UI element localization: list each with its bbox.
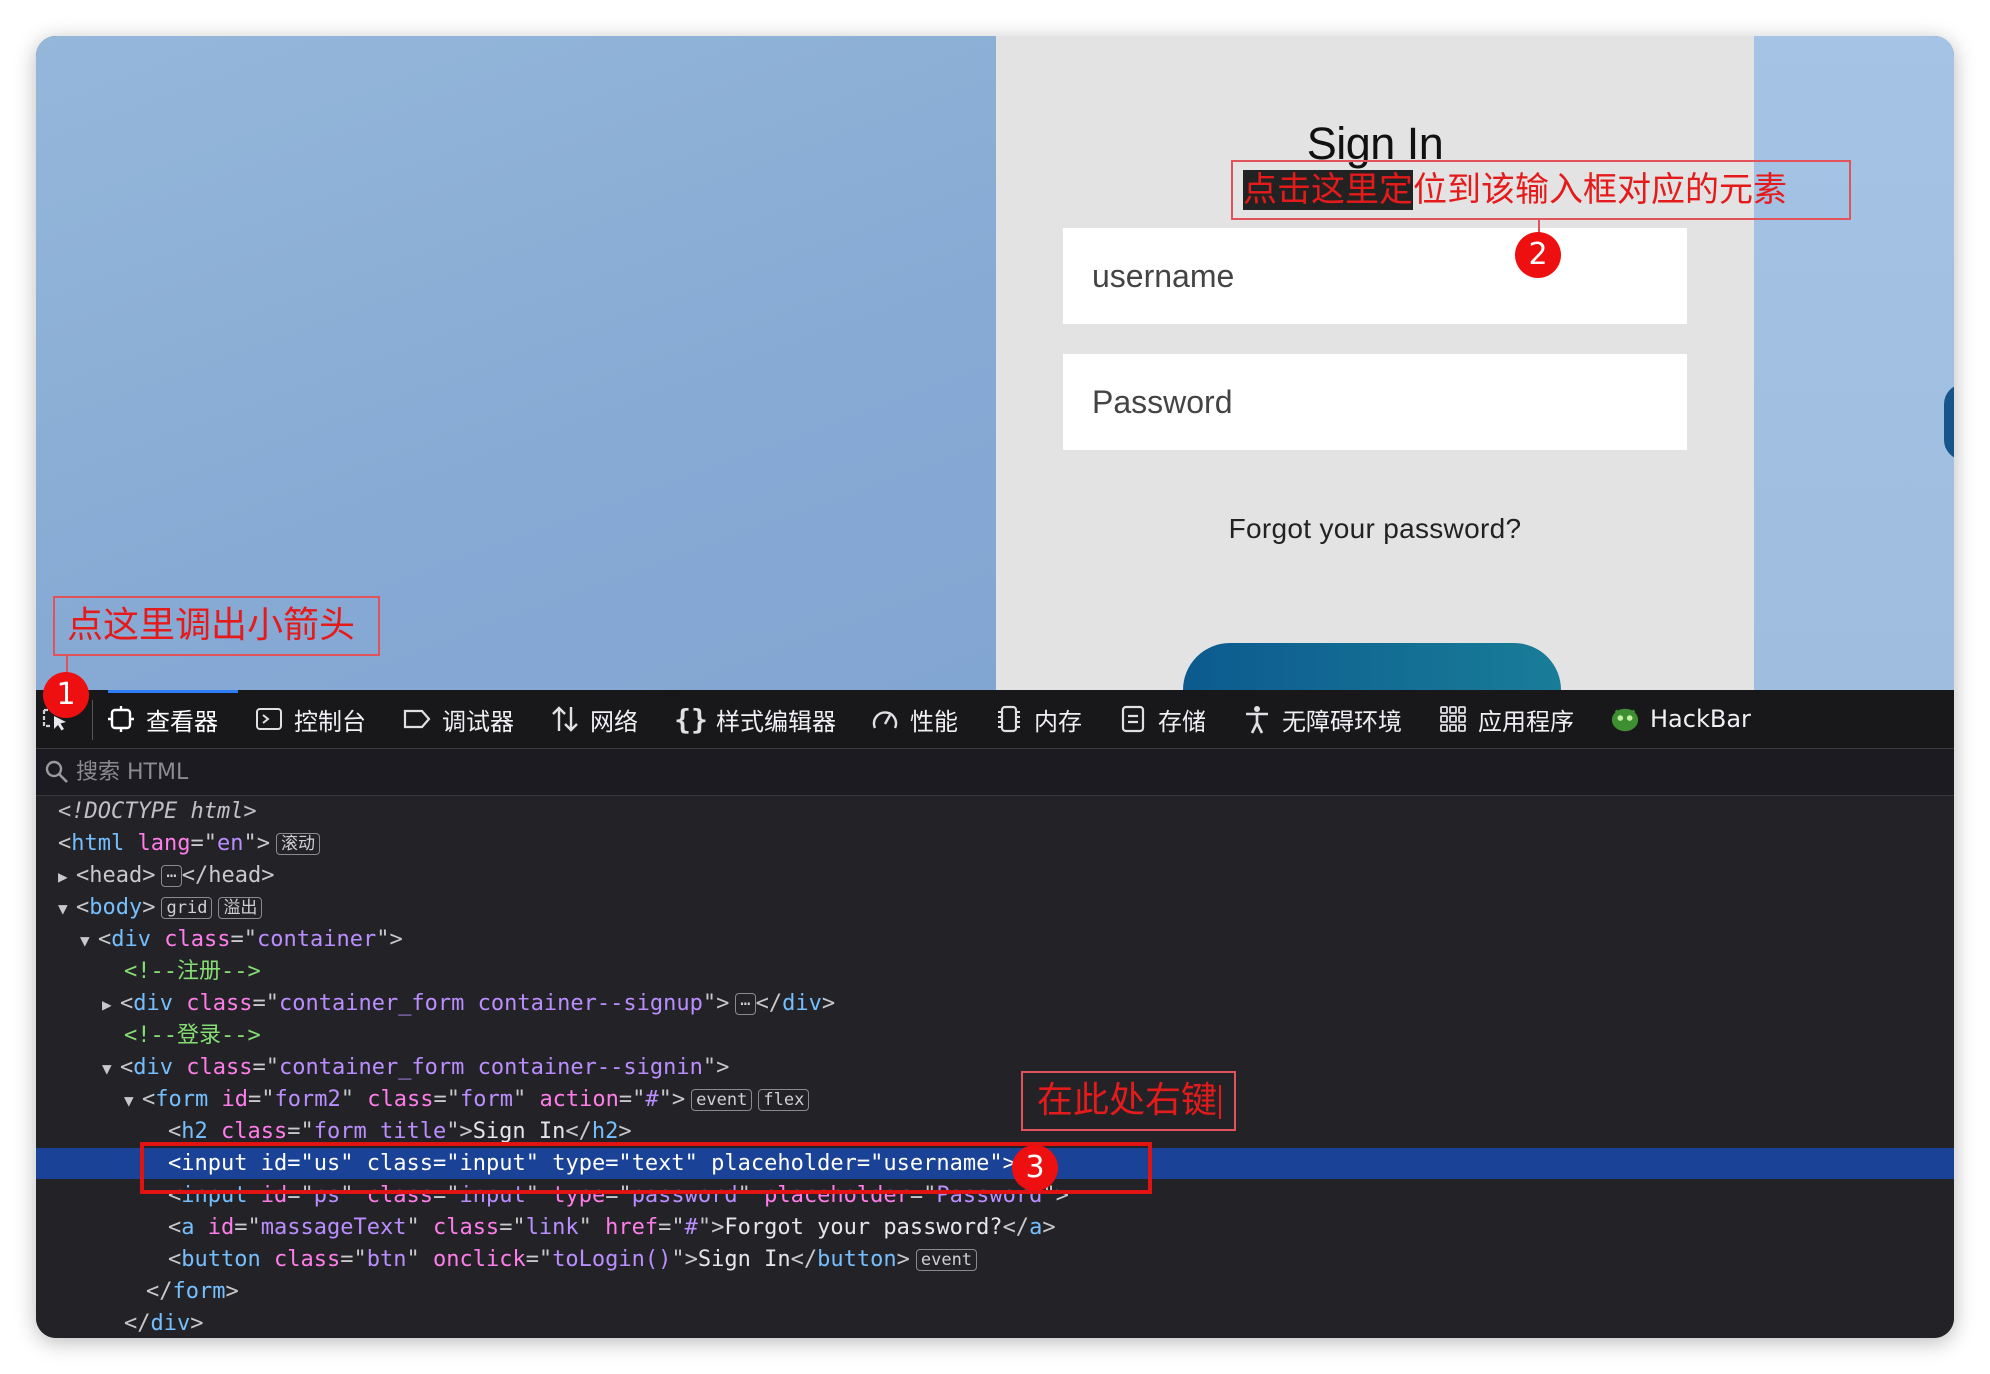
collapse-arrow-icon[interactable]: ▼: [80, 925, 98, 956]
event-badge[interactable]: event: [915, 1249, 978, 1271]
inspector-icon: [106, 704, 136, 734]
annotation-click-locate: 点击这里定位到该输入框对应的元素: [1231, 160, 1851, 220]
collapsed-content-badge[interactable]: ⋯: [161, 865, 182, 887]
tab-label: 无障碍环境: [1282, 707, 1402, 736]
annotation-highlight-text: 点击这里定: [1243, 170, 1413, 210]
tab-label: 应用程序: [1478, 707, 1574, 736]
style-editor-icon: {}: [674, 702, 708, 736]
signin-button[interactable]: SIGN IN: [1183, 643, 1561, 690]
collapsed-content-badge[interactable]: ⋯: [735, 993, 756, 1015]
tab-label: 性能: [910, 707, 958, 736]
annotation-open-picker: 点这里调出小箭头: [53, 596, 380, 656]
collapse-arrow-icon[interactable]: ▼: [58, 893, 76, 924]
tree-node-comment-signup[interactable]: <!--注册-->: [36, 956, 1954, 987]
tree-node-form-close[interactable]: </form>: [36, 1276, 1954, 1307]
annotation-connector: [66, 654, 68, 674]
tab-label: 内存: [1034, 707, 1082, 736]
tree-node-button[interactable]: <button class="btn" onclick="toLogin()">…: [36, 1244, 1954, 1275]
tree-node-doctype[interactable]: <!DOCTYPE html>: [36, 796, 1954, 827]
devtools-toolbar: 查看器 控制台 调试器 网络 {} 样式编辑器 性能 内存 存储 无障碍环境 应…: [36, 690, 1954, 749]
tab-label: 存储: [1158, 707, 1206, 736]
tree-node-div-close[interactable]: </div>: [36, 1308, 1954, 1338]
tree-node-head[interactable]: ▶ <head> ⋯ </head>: [36, 860, 1954, 891]
tab-debugger[interactable]: 调试器: [402, 690, 514, 748]
username-input[interactable]: [1063, 228, 1687, 324]
search-html-input[interactable]: [74, 758, 578, 786]
active-tab-indicator: [108, 690, 238, 693]
tree-node-container[interactable]: ▼ <div class="container">: [36, 924, 1954, 955]
tree-node-body[interactable]: ▼ <body> grid 溢出: [36, 892, 1954, 923]
text-cursor: [1219, 1085, 1222, 1119]
storage-icon: [1118, 704, 1148, 734]
tab-application[interactable]: 应用程序: [1438, 690, 1574, 748]
network-icon: [550, 704, 580, 734]
step-badge-1: 1: [43, 672, 89, 718]
tab-performance[interactable]: 性能: [870, 690, 958, 748]
debugger-icon: [402, 704, 432, 734]
forgot-password-link[interactable]: Forgot your password?: [996, 513, 1754, 545]
overlay-button-edge[interactable]: [1944, 384, 1954, 460]
tree-node-signup-form[interactable]: ▶ <div class="container_form container--s…: [36, 988, 1954, 1019]
markup-tree: <!DOCTYPE html> <html lang="en"> 滚动 ▶ <hea…: [36, 796, 1954, 1338]
annotation-rest-text: 位到该输入框对应的元素: [1413, 170, 1787, 210]
tab-label: 调试器: [442, 707, 514, 736]
password-input[interactable]: [1063, 354, 1687, 450]
selected-node-highlight-box: [140, 1142, 1152, 1194]
performance-icon: [870, 704, 900, 734]
overflow-badge[interactable]: 溢出: [218, 897, 263, 919]
tab-hackbar[interactable]: HackBar: [1610, 690, 1751, 748]
toolbar-divider: [92, 700, 93, 740]
tab-label: 网络: [590, 707, 638, 736]
console-icon: [254, 704, 284, 734]
tree-node-signin-form[interactable]: ▼ <div class="container_form container--s…: [36, 1052, 1954, 1083]
tab-console[interactable]: 控制台: [254, 690, 366, 748]
tab-memory[interactable]: 内存: [994, 690, 1082, 748]
scroll-badge[interactable]: 滚动: [275, 833, 320, 855]
accessibility-icon: [1242, 704, 1272, 734]
tab-label: 查看器: [146, 707, 218, 736]
tree-node-comment-signin[interactable]: <!--登录-->: [36, 1020, 1954, 1051]
tab-label: 样式编辑器: [716, 707, 836, 736]
search-icon: [44, 759, 70, 785]
annotation-text: 在此处右键: [1037, 1080, 1218, 1121]
step-badge-2: 2: [1515, 232, 1561, 278]
tab-style-editor[interactable]: {} 样式编辑器: [674, 690, 836, 748]
expand-arrow-icon[interactable]: ▶: [102, 989, 120, 1020]
annotation-right-click: 在此处右键: [1021, 1071, 1236, 1131]
step-badge-3: 3: [1012, 1145, 1058, 1191]
tree-node-form[interactable]: ▼ <form id="form2" class="form" action="#…: [36, 1084, 1954, 1115]
page-viewport: Sign In Forgot your password? SIGN IN: [36, 36, 1954, 690]
memory-icon: [994, 704, 1024, 734]
event-badge[interactable]: event: [691, 1089, 753, 1111]
tab-storage[interactable]: 存储: [1118, 690, 1206, 748]
tab-label: HackBar: [1650, 705, 1751, 733]
collapse-arrow-icon[interactable]: ▼: [124, 1085, 142, 1116]
html-search-bar: [36, 749, 1954, 796]
hackbar-icon: [1610, 704, 1640, 734]
tree-node-html[interactable]: <html lang="en"> 滚动: [36, 828, 1954, 859]
collapse-arrow-icon[interactable]: ▼: [102, 1053, 120, 1084]
tab-accessibility[interactable]: 无障碍环境: [1242, 690, 1402, 748]
tab-network[interactable]: 网络: [550, 690, 638, 748]
signin-form-panel: Sign In Forgot your password? SIGN IN: [996, 36, 1754, 690]
expand-arrow-icon[interactable]: ▶: [58, 861, 76, 892]
tab-label: 控制台: [294, 707, 366, 736]
overlay-panel-background: [1754, 36, 1954, 690]
application-grid-icon: [1438, 704, 1468, 734]
flex-badge[interactable]: flex: [758, 1089, 810, 1111]
tab-inspector[interactable]: 查看器: [106, 690, 218, 748]
grid-badge[interactable]: grid: [161, 897, 213, 919]
tree-node-forgot-link[interactable]: <a id="massageText" class="link" href="#…: [36, 1212, 1954, 1243]
